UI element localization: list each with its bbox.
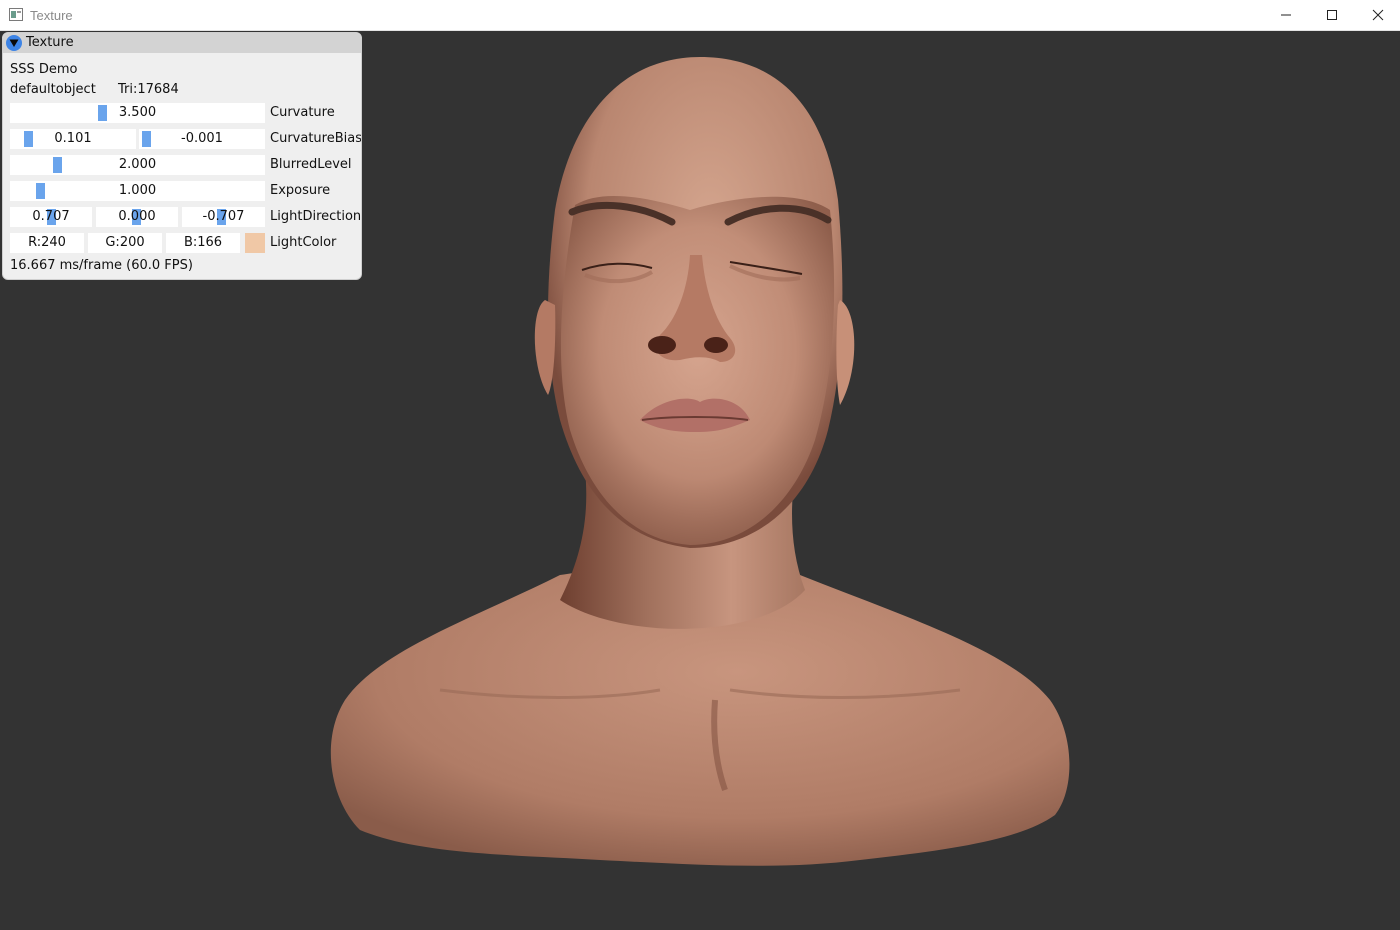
collapse-arrow-icon[interactable] xyxy=(6,35,22,51)
light-color-g-value: G:200 xyxy=(105,235,145,250)
curvature-label: Curvature xyxy=(270,105,335,120)
exposure-label: Exposure xyxy=(270,183,331,198)
light-color-b-value: B:166 xyxy=(183,235,223,250)
texture-panel[interactable]: Texture SSS Demo defaultobject Tri:17684… xyxy=(2,32,362,280)
frame-time-readout: 16.667 ms/frame (60.0 FPS) xyxy=(10,258,193,273)
demo-label: SSS Demo xyxy=(10,62,78,77)
light-color-b-field[interactable]: B:166 xyxy=(166,233,240,253)
panel-header[interactable]: Texture xyxy=(3,33,361,53)
blurred-level-slider[interactable]: 2.000 xyxy=(10,155,265,175)
maximize-icon xyxy=(1327,10,1337,20)
object-name: defaultobject xyxy=(10,82,96,97)
minimize-button[interactable] xyxy=(1263,0,1309,30)
light-color-label: LightColor xyxy=(270,235,337,250)
panel-title: Texture xyxy=(26,35,74,50)
light-direction-z-value: -0.707 xyxy=(202,209,245,224)
curvature-slider[interactable]: 3.500 xyxy=(10,103,265,123)
exposure-value: 1.000 xyxy=(118,183,157,198)
maximize-button[interactable] xyxy=(1309,0,1355,30)
triangle-count: Tri:17684 xyxy=(118,82,179,97)
curvature-bias-value-1: 0.101 xyxy=(54,131,92,146)
curvature-bias-slider-2[interactable]: -0.001 xyxy=(139,129,265,149)
blurred-level-label: BlurredLevel xyxy=(270,157,352,172)
exposure-slider[interactable]: 1.000 xyxy=(10,181,265,201)
light-direction-y-slider[interactable]: 0.000 xyxy=(96,207,178,227)
close-icon xyxy=(1372,9,1384,21)
curvature-value: 3.500 xyxy=(118,105,157,120)
light-direction-y-value: 0.000 xyxy=(118,209,156,224)
close-button[interactable] xyxy=(1355,0,1400,30)
curvature-bias-value-2: -0.001 xyxy=(181,131,223,146)
light-direction-z-slider[interactable]: -0.707 xyxy=(182,207,265,227)
light-color-r-field[interactable]: R:240 xyxy=(10,233,84,253)
light-direction-x-value: 0.707 xyxy=(32,209,70,224)
light-direction-label: LightDirection xyxy=(270,209,362,224)
minimize-icon xyxy=(1281,14,1291,16)
light-direction-x-slider[interactable]: 0.707 xyxy=(10,207,92,227)
light-color-g-field[interactable]: G:200 xyxy=(88,233,162,253)
window-titlebar[interactable]: Texture xyxy=(0,0,1400,31)
light-color-r-value: R:240 xyxy=(28,235,66,250)
window-title: Texture xyxy=(30,8,73,23)
curvature-bias-label: CurvatureBias xyxy=(270,131,362,146)
curvature-bias-slider-1[interactable]: 0.101 xyxy=(10,129,136,149)
blurred-level-value: 2.000 xyxy=(118,157,157,172)
light-color-swatch[interactable] xyxy=(245,233,265,253)
app-icon xyxy=(9,8,23,21)
